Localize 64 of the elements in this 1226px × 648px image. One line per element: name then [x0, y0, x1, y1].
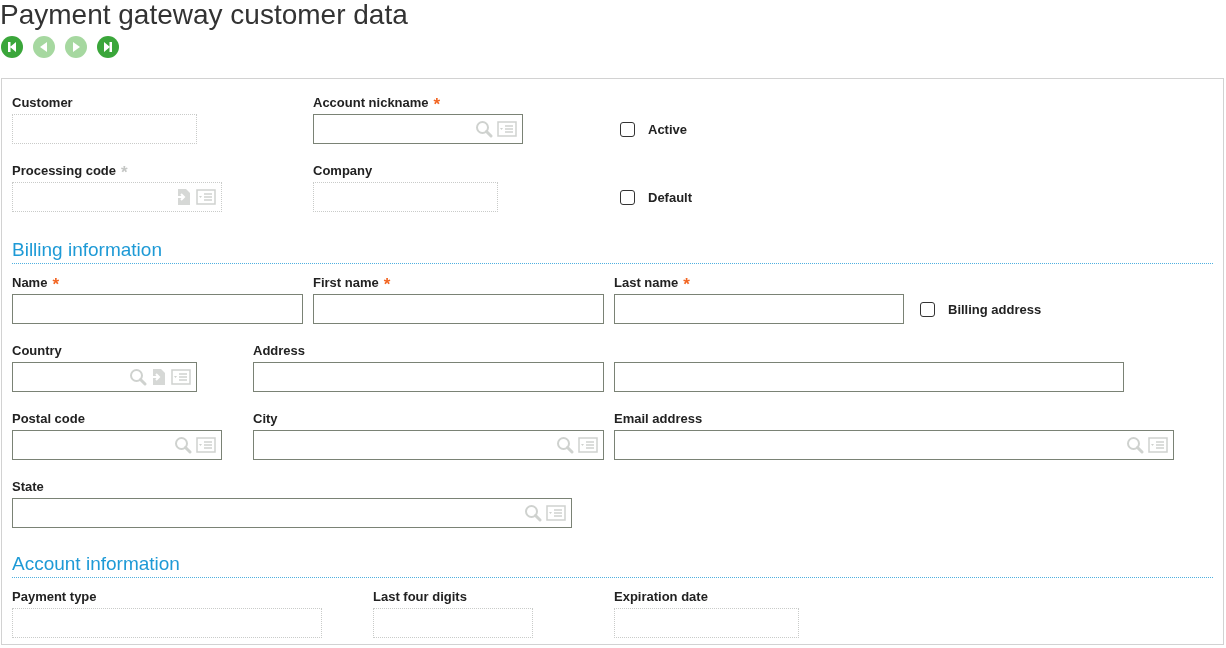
search-icon[interactable]: [556, 436, 574, 454]
field-label: Country: [12, 343, 62, 359]
search-icon[interactable]: [174, 436, 192, 454]
checkbox-label: Billing address: [948, 301, 1042, 317]
search-icon[interactable]: [524, 504, 542, 522]
field-label: Expiration date: [614, 589, 708, 605]
input-field[interactable]: [253, 430, 604, 460]
required-asterisk: *: [433, 95, 441, 111]
input-field[interactable]: [614, 430, 1174, 460]
input-field[interactable]: [313, 114, 523, 144]
field-label: Payment type: [12, 589, 97, 605]
field-label: First name: [313, 275, 379, 291]
search-icon[interactable]: [475, 120, 493, 138]
input-field[interactable]: [12, 608, 322, 638]
list-icon[interactable]: [497, 121, 517, 137]
required-asterisk: *: [383, 275, 391, 291]
input-field[interactable]: [12, 114, 197, 144]
input-field[interactable]: [12, 430, 222, 460]
search-icon[interactable]: [129, 368, 147, 386]
input-field[interactable]: [12, 498, 572, 528]
field-label: Postal code: [12, 411, 85, 427]
checkbox[interactable]: [920, 301, 935, 317]
document-arrow-icon[interactable]: [176, 188, 192, 206]
checkbox-label: Default: [648, 189, 693, 205]
field-label: Account nickname: [313, 95, 429, 111]
list-icon[interactable]: [196, 189, 216, 205]
section-heading: Billing information: [12, 239, 162, 261]
field-label: Address: [253, 343, 306, 359]
input-field[interactable]: [614, 608, 799, 638]
field-label: Last four digits: [373, 589, 467, 605]
document-arrow-icon[interactable]: [151, 368, 167, 386]
input-field[interactable]: [313, 294, 604, 324]
field-label: Processing code: [12, 163, 117, 179]
input-field[interactable]: [253, 362, 604, 392]
last-record-icon[interactable]: [97, 36, 119, 58]
field-label: State: [12, 479, 44, 495]
input-field[interactable]: [373, 608, 533, 638]
checkbox[interactable]: [620, 189, 635, 205]
field-label: Customer: [12, 95, 73, 111]
list-icon[interactable]: [546, 505, 566, 521]
list-icon[interactable]: [578, 437, 598, 453]
checkbox-label: Active: [648, 121, 688, 137]
input-field[interactable]: [12, 362, 197, 392]
list-icon[interactable]: [1148, 437, 1168, 453]
list-icon[interactable]: [196, 437, 216, 453]
section-heading: Account information: [12, 553, 180, 575]
required-asterisk: *: [683, 275, 690, 291]
input-field[interactable]: [614, 294, 904, 324]
input-field[interactable]: [614, 362, 1124, 392]
input-field[interactable]: [12, 182, 222, 212]
field-label: City: [253, 411, 278, 427]
search-icon[interactable]: [1126, 436, 1144, 454]
field-label: Name: [12, 275, 48, 291]
checkbox[interactable]: [620, 121, 635, 137]
required-asterisk: *: [121, 163, 128, 179]
required-asterisk: *: [52, 275, 60, 291]
list-icon[interactable]: [171, 369, 191, 385]
field-label: Email address: [614, 411, 703, 427]
input-field[interactable]: [313, 182, 498, 212]
field-label: Last name: [614, 275, 679, 291]
input-field[interactable]: [12, 294, 303, 324]
field-label: Company: [313, 163, 373, 179]
first-record-icon[interactable]: [1, 36, 23, 58]
page-title: Payment gateway customer data: [0, 0, 409, 30]
